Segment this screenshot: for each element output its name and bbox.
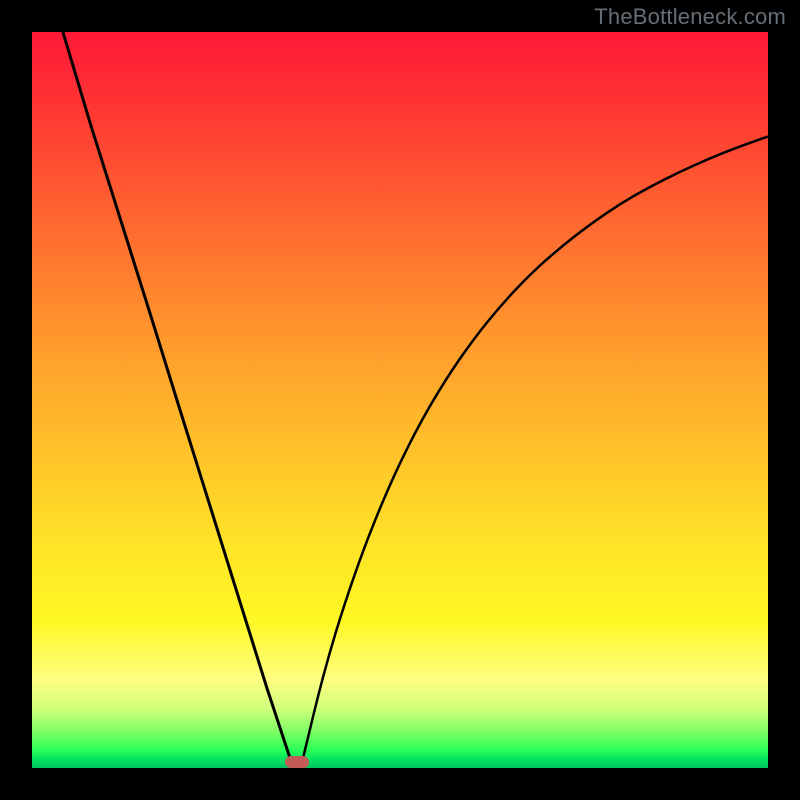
chart-container: TheBottleneck.com [0, 0, 800, 800]
min-marker [285, 756, 309, 768]
right-branch-line [301, 137, 768, 768]
curve-svg [32, 32, 768, 768]
watermark-text: TheBottleneck.com [594, 4, 786, 30]
plot-area [32, 32, 768, 768]
left-branch-line [63, 32, 293, 768]
